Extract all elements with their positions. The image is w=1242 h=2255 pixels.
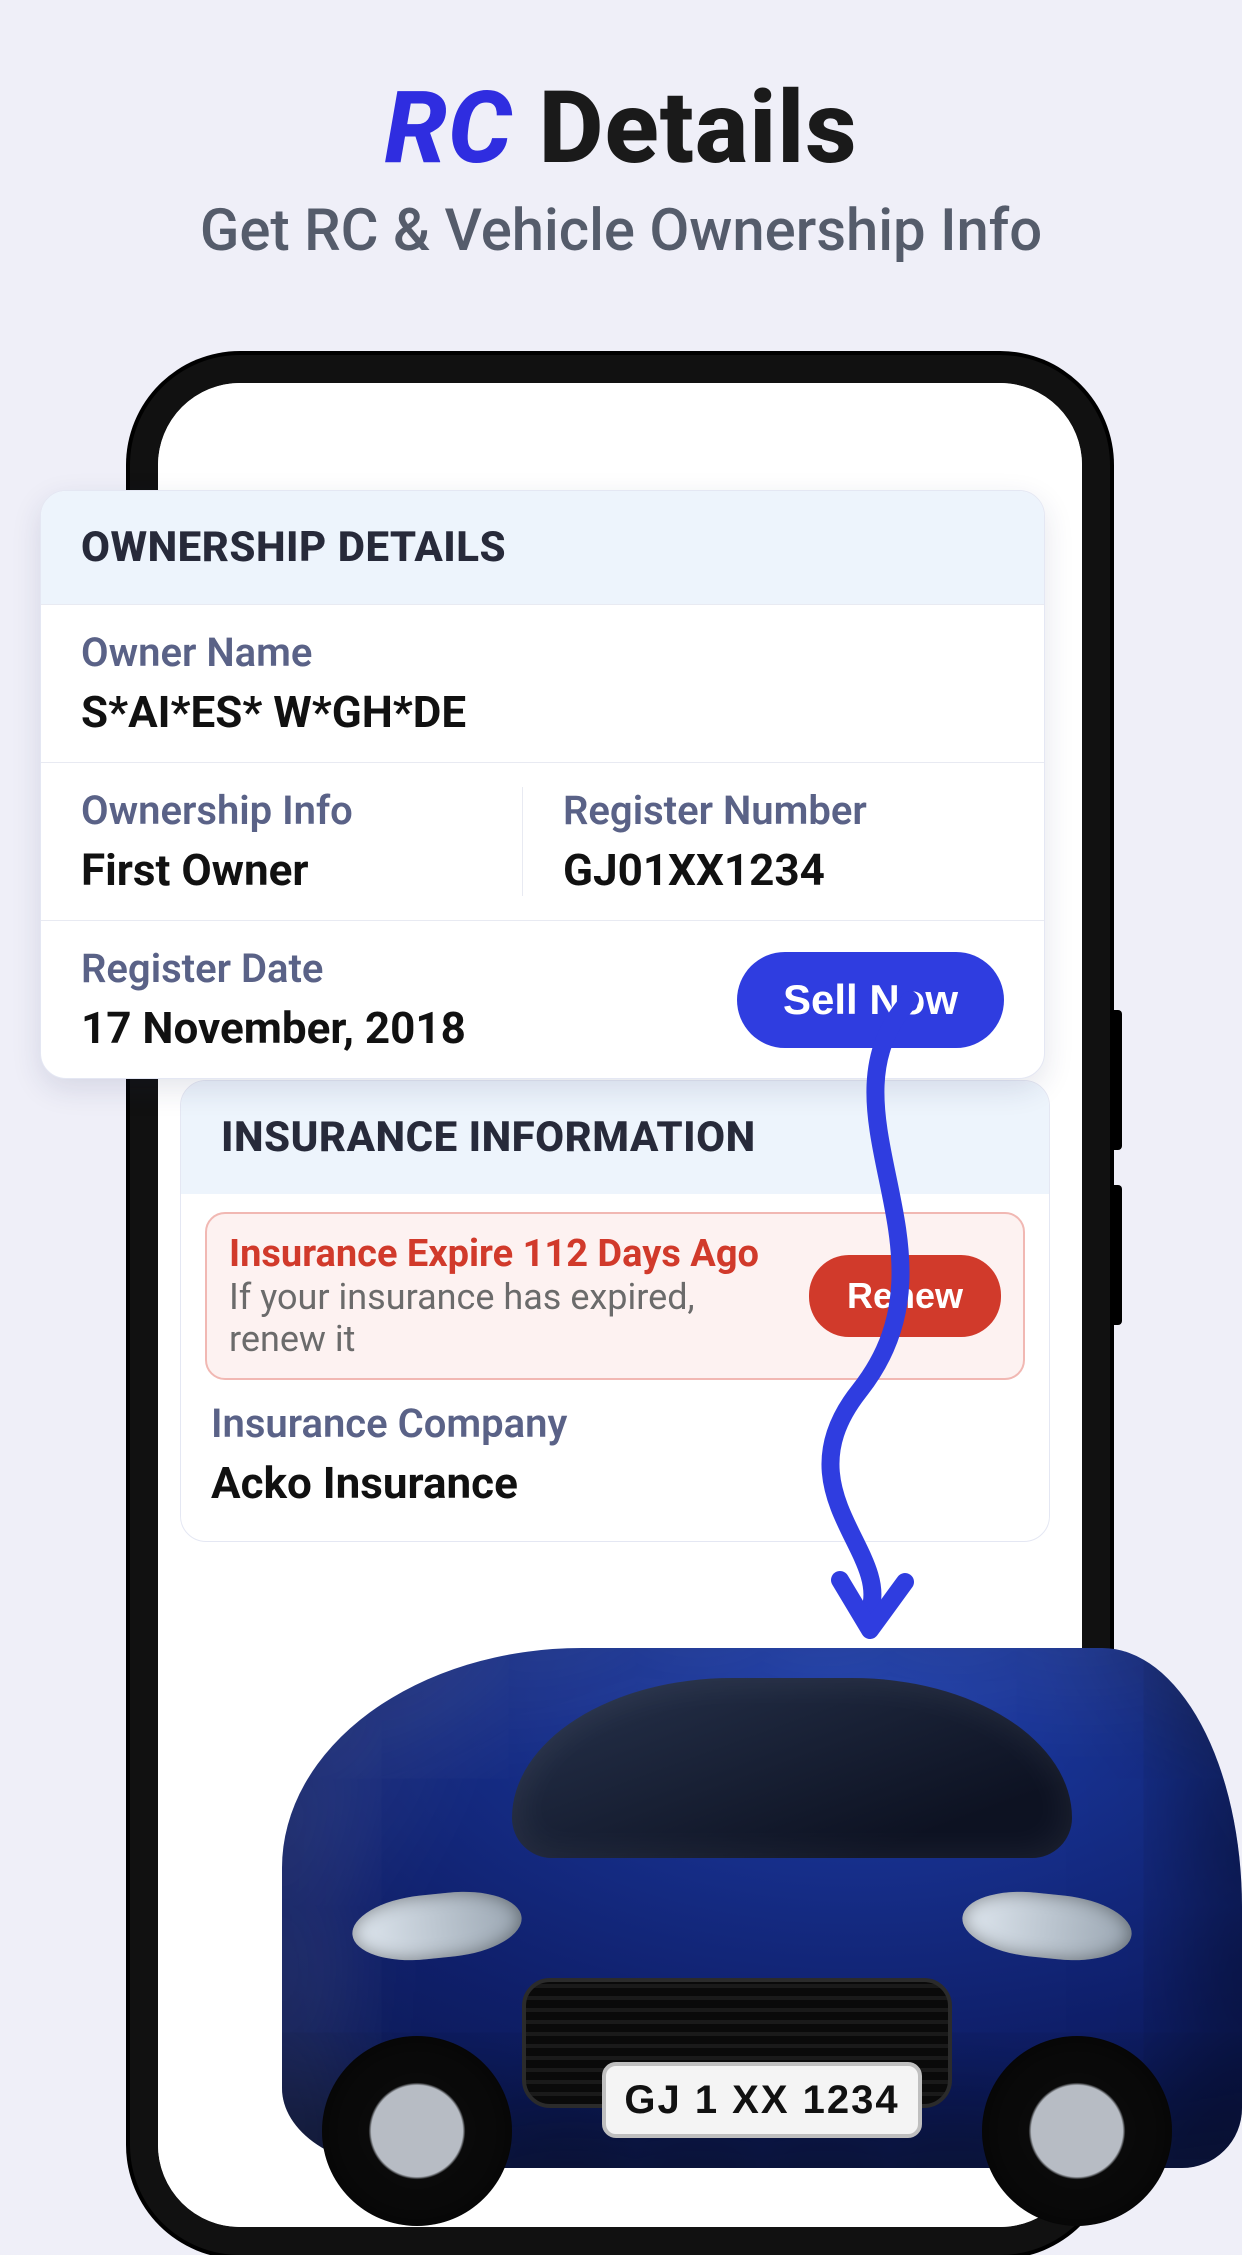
ownership-info-label: Ownership Info (81, 787, 522, 834)
hero-title-rc: RC (384, 70, 512, 187)
ownership-heading: OWNERSHIP DETAILS (41, 491, 1044, 604)
insurance-heading: INSURANCE INFORMATION (181, 1081, 1049, 1194)
register-number-cell: Register Number GJ01XX1234 (522, 787, 1004, 896)
register-date-label: Register Date (81, 945, 466, 992)
insurance-expire-sub: If your insurance has expired, renew it (229, 1276, 789, 1360)
register-date-cell: Register Date 17 November, 2018 (81, 945, 466, 1054)
renew-button[interactable]: Renew (809, 1255, 1001, 1337)
insurance-company-row: Insurance Company Acko Insurance (181, 1380, 1049, 1541)
insurance-expire-title: Insurance Expire 112 Days Ago (229, 1232, 789, 1276)
phone-side-button (1110, 1010, 1122, 1150)
hero-title-details: Details (513, 70, 858, 187)
ownership-reg-row: Ownership Info First Owner Register Numb… (41, 762, 1044, 920)
ownership-card: OWNERSHIP DETAILS Owner Name S*AI*ES* W*… (40, 490, 1045, 1079)
register-number-value: GJ01XX1234 (563, 844, 1004, 896)
register-date-row: Register Date 17 November, 2018 Sell Now (41, 920, 1044, 1078)
owner-name-value: S*AI*ES* W*GH*DE (81, 686, 1004, 738)
insurance-company-label: Insurance Company (211, 1400, 1019, 1447)
insurance-card: INSURANCE INFORMATION Insurance Expire 1… (180, 1080, 1050, 1542)
license-plate: GJ 1 XX 1234 (602, 2062, 922, 2138)
phone-side-button (1110, 1185, 1122, 1325)
sell-now-button[interactable]: Sell Now (737, 952, 1004, 1048)
register-date-value: 17 November, 2018 (81, 1002, 466, 1054)
owner-name-label: Owner Name (81, 629, 1004, 676)
ownership-info-value: First Owner (81, 844, 522, 896)
insurance-company-value: Acko Insurance (211, 1457, 1019, 1509)
hero-subtitle: Get RC & Vehicle Ownership Info (0, 197, 1242, 265)
owner-name-row: Owner Name S*AI*ES* W*GH*DE (41, 604, 1044, 762)
car-illustration: GJ 1 XX 1234 (282, 1588, 1242, 2208)
ownership-info-cell: Ownership Info First Owner (81, 787, 522, 896)
insurance-alert: Insurance Expire 112 Days Ago If your in… (205, 1212, 1025, 1380)
register-number-label: Register Number (563, 787, 1004, 834)
hero-title: RC Details (0, 70, 1242, 187)
page-hero: RC Details Get RC & Vehicle Ownership In… (0, 0, 1242, 265)
